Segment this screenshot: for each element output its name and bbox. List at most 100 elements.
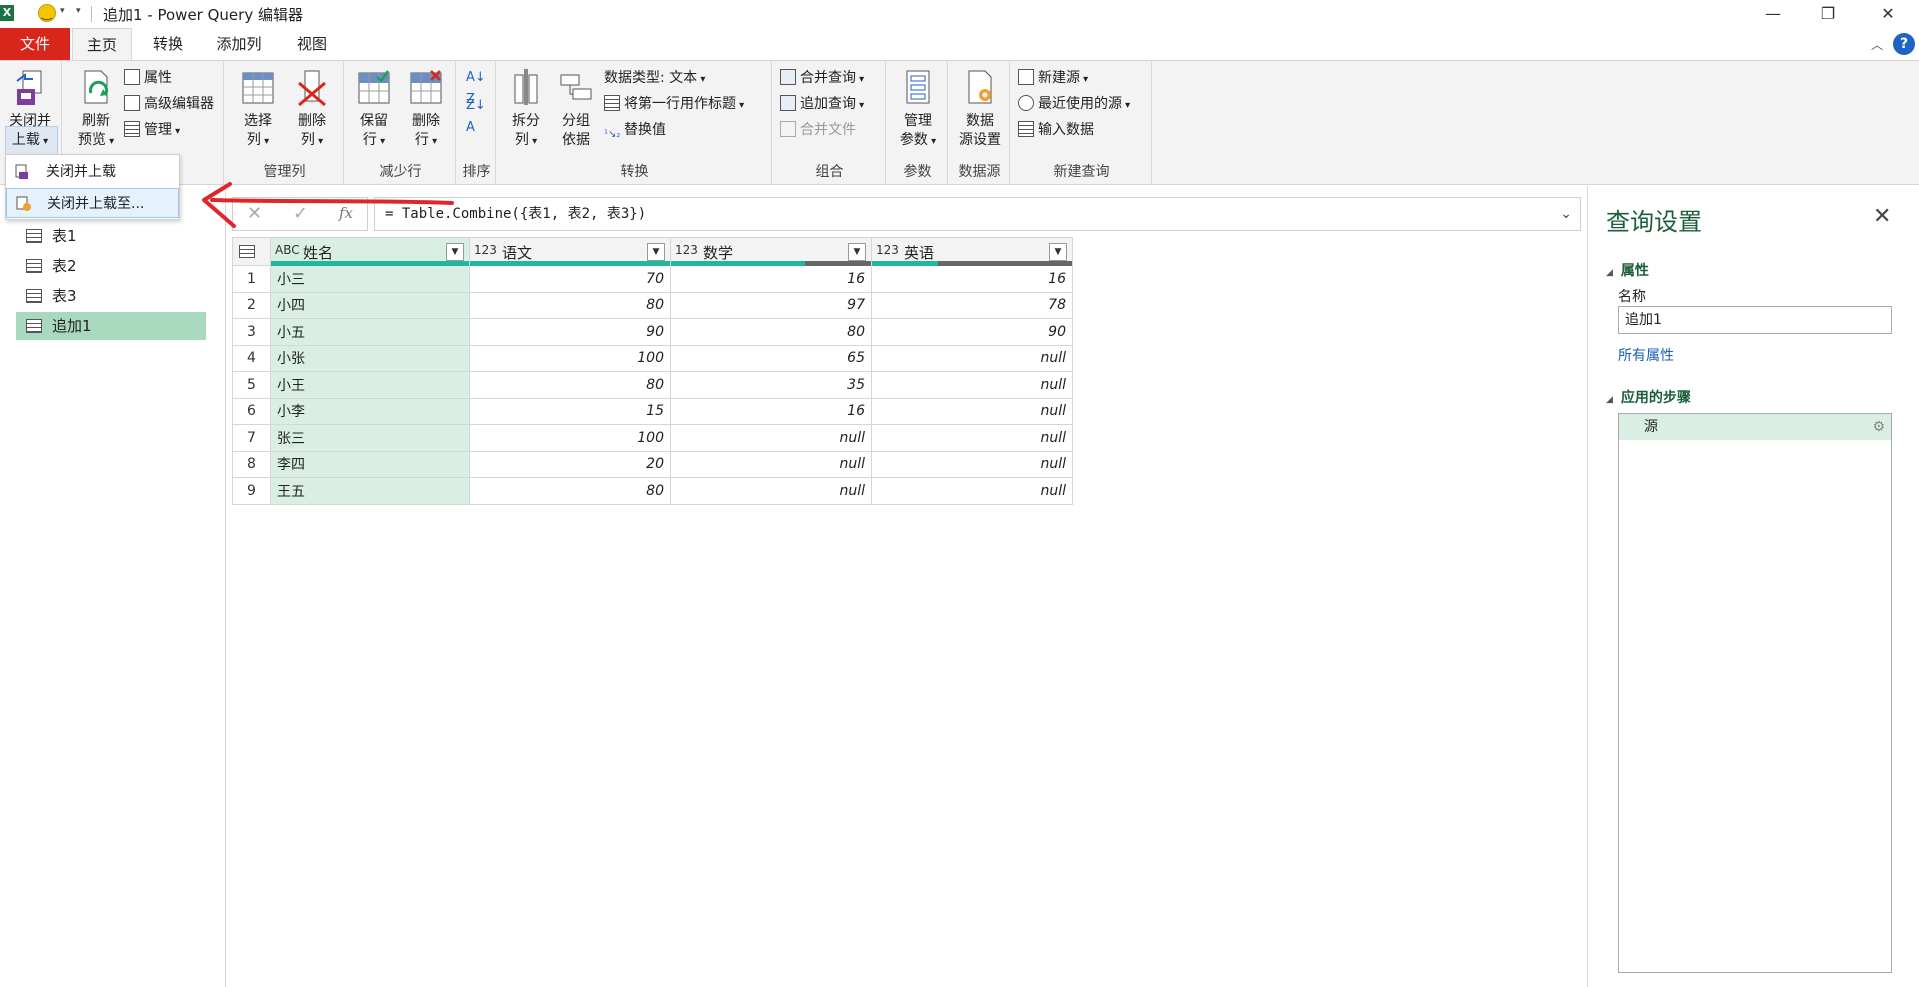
split-column-button[interactable]: 拆分 列 (502, 67, 550, 151)
tab-transform[interactable]: 转换 (138, 28, 198, 60)
column-header-english[interactable]: 123 英语 ▼ (871, 237, 1073, 266)
cell-name[interactable]: 小三 (270, 265, 470, 293)
refresh-preview-button[interactable]: 刷新 预览 (70, 67, 122, 151)
cell-english[interactable]: null (871, 344, 1073, 372)
new-source-button[interactable]: 新建源 (1018, 67, 1088, 89)
cell-english[interactable]: 78 (871, 291, 1073, 319)
applied-steps-header[interactable]: 应用的步骤 (1606, 387, 1691, 407)
expand-formula-icon[interactable]: ⌄ (1560, 198, 1572, 230)
tab-file[interactable]: 文件 (0, 28, 70, 60)
choose-columns-button[interactable]: 选择 列 (232, 67, 284, 151)
manage-button[interactable]: 管理 (124, 119, 180, 141)
table-menu-button[interactable] (232, 237, 271, 266)
table-row[interactable]: 2 小四 80 97 78 (232, 291, 1073, 319)
cell-math[interactable]: 97 (670, 291, 872, 319)
advanced-editor-button[interactable]: 高级编辑器 (124, 93, 214, 115)
query-item-table3[interactable]: 表3 (16, 282, 206, 310)
cell-name[interactable]: 小张 (270, 344, 470, 372)
table-row[interactable]: 4 小张 100 65 null (232, 344, 1073, 372)
menu-close-and-load[interactable]: 关闭并上载 (6, 157, 179, 187)
table-row[interactable]: 9 王五 80 null null (232, 477, 1073, 505)
cell-name[interactable]: 张三 (270, 424, 470, 452)
cell-math[interactable]: null (670, 424, 872, 452)
table-row[interactable]: 5 小王 80 35 null (232, 371, 1073, 399)
cell-name[interactable]: 小李 (270, 397, 470, 425)
table-row[interactable]: 6 小李 15 16 null (232, 397, 1073, 425)
cell-english[interactable]: null (871, 477, 1073, 505)
cell-math[interactable]: 16 (670, 397, 872, 425)
column-header-math[interactable]: 123 数学 ▼ (670, 237, 872, 266)
combine-files-button[interactable]: 合并文件 (780, 119, 856, 141)
cell-name[interactable]: 小王 (270, 371, 470, 399)
table-row[interactable]: 3 小五 90 80 90 (232, 318, 1073, 346)
append-queries-button[interactable]: 追加查询 (780, 93, 864, 115)
query-name-input[interactable]: 追加1 (1618, 306, 1892, 334)
close-load-button[interactable]: 关闭并 上载 (2, 67, 58, 151)
sort-ascending-icon[interactable]: A↓ Z (466, 67, 486, 107)
cell-english[interactable]: null (871, 450, 1073, 478)
cell-name[interactable]: 王五 (270, 477, 470, 505)
cell-name[interactable]: 小五 (270, 318, 470, 346)
cell-chinese[interactable]: 80 (469, 371, 671, 399)
formula-bar[interactable]: = Table.Combine({表1, 表2, 表3}) ⌄ (374, 197, 1581, 231)
cell-english[interactable]: 16 (871, 265, 1073, 293)
tab-add-column[interactable]: 添加列 (206, 28, 272, 60)
recent-sources-button[interactable]: 最近使用的源 (1018, 93, 1130, 115)
remove-rows-button[interactable]: 删除 行 (400, 67, 452, 151)
cell-math[interactable]: null (670, 477, 872, 505)
query-item-table1[interactable]: 表1 (16, 222, 206, 250)
quick-access-customize-icon[interactable]: ▾ (76, 6, 81, 16)
column-header-name[interactable]: ABC 姓名 ▼ (270, 237, 470, 266)
merge-queries-button[interactable]: 合并查询 (780, 67, 864, 89)
properties-header[interactable]: 属性 (1606, 260, 1649, 280)
close-window-button[interactable]: ✕ (1868, 2, 1908, 26)
filter-dropdown-icon[interactable]: ▼ (1049, 243, 1067, 261)
menu-close-and-load-to[interactable]: 关闭并上载至... (6, 188, 179, 218)
sort-descending-icon[interactable]: Z↓ A (466, 95, 486, 135)
cell-english[interactable]: null (871, 397, 1073, 425)
cell-name[interactable]: 小四 (270, 291, 470, 319)
properties-button[interactable]: 属性 (124, 67, 172, 89)
cell-english[interactable]: null (871, 371, 1073, 399)
cell-chinese[interactable]: 100 (469, 424, 671, 452)
cell-chinese[interactable]: 80 (469, 291, 671, 319)
cell-math[interactable]: 80 (670, 318, 872, 346)
filter-dropdown-icon[interactable]: ▼ (848, 243, 866, 261)
all-properties-link[interactable]: 所有属性 (1618, 345, 1674, 365)
feedback-dropdown-icon[interactable]: ▾ (60, 6, 65, 16)
smiley-feedback-icon[interactable] (38, 4, 56, 22)
cell-chinese[interactable]: 15 (469, 397, 671, 425)
cell-math[interactable]: 65 (670, 344, 872, 372)
group-by-button[interactable]: 分组 依据 (552, 67, 600, 150)
cell-chinese[interactable]: 20 (469, 450, 671, 478)
table-row[interactable]: 7 张三 100 null null (232, 424, 1073, 452)
collapse-ribbon-icon[interactable]: ︿ (1871, 36, 1883, 53)
cell-math[interactable]: null (670, 450, 872, 478)
filter-dropdown-icon[interactable]: ▼ (446, 243, 464, 261)
close-settings-icon[interactable]: ✕ (1873, 204, 1891, 229)
table-row[interactable]: 8 李四 20 null null (232, 450, 1073, 478)
query-item-table2[interactable]: 表2 (16, 252, 206, 280)
data-type-dropdown[interactable]: 数据类型: 文本 (604, 67, 705, 89)
minimize-button[interactable]: — (1753, 2, 1793, 26)
cell-math[interactable]: 35 (670, 371, 872, 399)
cell-english[interactable]: 90 (871, 318, 1073, 346)
query-item-append1[interactable]: 追加1 (16, 312, 206, 340)
use-first-row-as-headers-button[interactable]: 将第一行用作标题 (604, 93, 744, 115)
cell-chinese[interactable]: 70 (469, 265, 671, 293)
data-source-settings-button[interactable]: 数据 源设置 (952, 67, 1008, 150)
help-icon[interactable]: ? (1893, 33, 1915, 55)
manage-parameters-button[interactable]: 管理 参数 (892, 67, 944, 151)
cell-math[interactable]: 16 (670, 265, 872, 293)
step-item-source[interactable]: 源 ⚙ (1619, 414, 1891, 440)
cell-chinese[interactable]: 100 (469, 344, 671, 372)
cell-chinese[interactable]: 90 (469, 318, 671, 346)
tab-view[interactable]: 视图 (282, 28, 342, 60)
table-row[interactable]: 1 小三 70 16 16 (232, 265, 1073, 293)
cell-english[interactable]: null (871, 424, 1073, 452)
remove-columns-button[interactable]: 删除 列 (286, 67, 338, 151)
cell-chinese[interactable]: 80 (469, 477, 671, 505)
cell-name[interactable]: 李四 (270, 450, 470, 478)
column-header-chinese[interactable]: 123 语文 ▼ (469, 237, 671, 266)
restore-button[interactable]: ❐ (1808, 2, 1848, 26)
